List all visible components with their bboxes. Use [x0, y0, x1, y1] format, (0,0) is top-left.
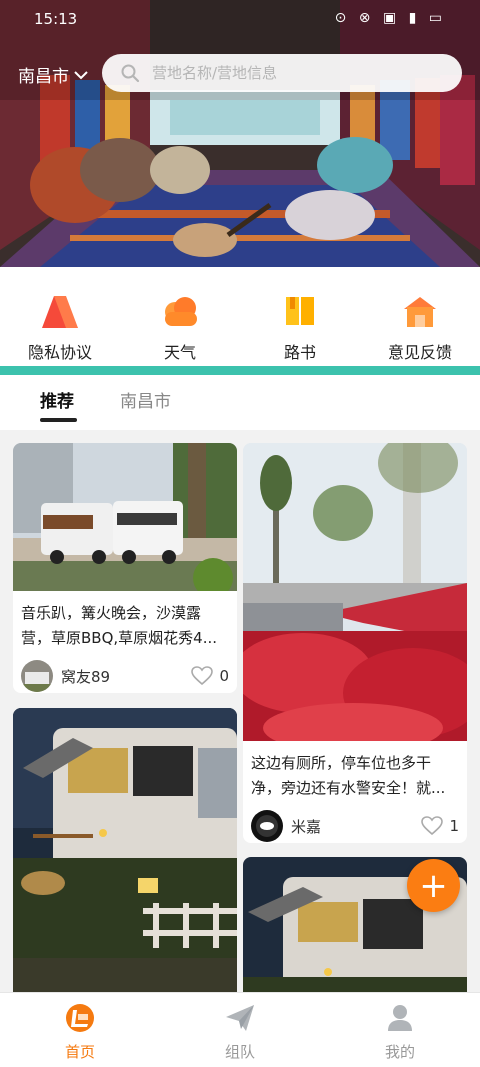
chevron-down-icon [74, 70, 88, 79]
search-input[interactable] [152, 64, 432, 82]
add-post-button[interactable]: + [407, 859, 460, 912]
quick-nav-weather[interactable]: 天气 [120, 267, 240, 367]
search-bar[interactable] [102, 54, 462, 92]
home-logo-icon [63, 1001, 97, 1035]
paper-plane-icon [223, 1001, 257, 1035]
feed-list: 音乐趴，篝火晚会，沙漠露营，草原BBQ,草原烟花秀4... 窝友89 0 这边有… [0, 430, 480, 992]
quick-nav-roadbook[interactable]: 路书 [240, 267, 360, 367]
city-label: 南昌市 [18, 67, 69, 87]
quick-nav-privacy[interactable]: 隐私协议 [0, 267, 120, 367]
like-count: 1 [449, 817, 459, 835]
quick-nav: 隐私协议 天气 路书 意见反馈 [0, 267, 480, 367]
like-count: 0 [219, 667, 229, 685]
feed-tabs: 推荐 南昌市 [0, 375, 480, 430]
card-image [243, 443, 467, 741]
status-time: 15:13 [34, 10, 78, 28]
quick-nav-label: 天气 [163, 343, 196, 362]
app-root: 15:13 ⊙ ⊗ ▣ ▮ ▭ 南昌市 隐私协议 [0, 0, 480, 1067]
tab-indicator [40, 418, 77, 422]
avatar[interactable] [251, 810, 283, 842]
hero-banner[interactable]: 15:13 ⊙ ⊗ ▣ ▮ ▭ 南昌市 [0, 0, 480, 267]
nav-label: 我的 [384, 1043, 415, 1061]
feedback-house-icon [399, 291, 441, 333]
quick-nav-label: 意见反馈 [387, 343, 452, 362]
card-title: 这边有厕所，停车位也多干净，旁边还有水警安全！就... [251, 754, 446, 797]
feed-card[interactable]: 音乐趴，篝火晚会，沙漠露营，草原BBQ,草原烟花秀4... 窝友89 0 [13, 443, 237, 693]
quick-nav-feedback[interactable]: 意见反馈 [360, 267, 480, 367]
card-author[interactable]: 窝友89 [61, 666, 191, 687]
tab-city[interactable]: 南昌市 [120, 387, 171, 412]
card-title: 音乐趴，篝火晚会，沙漠露营，草原BBQ,草原烟花秀4... [21, 604, 218, 647]
nav-team[interactable]: 组队 [160, 993, 320, 1067]
status-bar: 15:13 ⊙ ⊗ ▣ ▮ ▭ [0, 0, 480, 36]
quick-nav-label: 路书 [283, 343, 316, 362]
tab-recommend[interactable]: 推荐 [40, 387, 74, 412]
card-meta: 窝友89 0 [13, 653, 237, 693]
nav-mine[interactable]: 我的 [320, 993, 480, 1067]
heart-icon [191, 666, 214, 686]
feed-card[interactable] [13, 708, 237, 992]
like-button[interactable]: 1 [421, 816, 459, 836]
status-icons: ⊙ ⊗ ▣ ▮ ▭ [334, 10, 446, 26]
divider-bar [0, 366, 480, 375]
roadbook-book-icon [279, 291, 321, 333]
city-selector[interactable]: 南昌市 [18, 62, 89, 87]
quick-nav-label: 隐私协议 [27, 343, 92, 362]
card-author[interactable]: 米嘉 [291, 816, 421, 837]
feed-card[interactable]: 这边有厕所，停车位也多干净，旁边还有水警安全！就... 米嘉 1 [243, 443, 467, 843]
avatar[interactable] [21, 660, 53, 692]
card-meta: 米嘉 1 [243, 803, 467, 843]
card-image [13, 708, 237, 992]
bottom-nav: 首页 组队 我的 [0, 992, 480, 1067]
card-image [13, 443, 237, 591]
like-button[interactable]: 0 [191, 666, 229, 686]
nav-home[interactable]: 首页 [0, 993, 160, 1067]
privacy-triangle-icon [39, 291, 81, 333]
hero-image [0, 0, 480, 267]
user-icon [383, 1001, 417, 1035]
search-icon [121, 64, 140, 83]
heart-icon [421, 816, 444, 836]
cloud-weather-icon [159, 291, 201, 333]
nav-label: 组队 [224, 1043, 255, 1061]
nav-label: 首页 [64, 1043, 95, 1061]
